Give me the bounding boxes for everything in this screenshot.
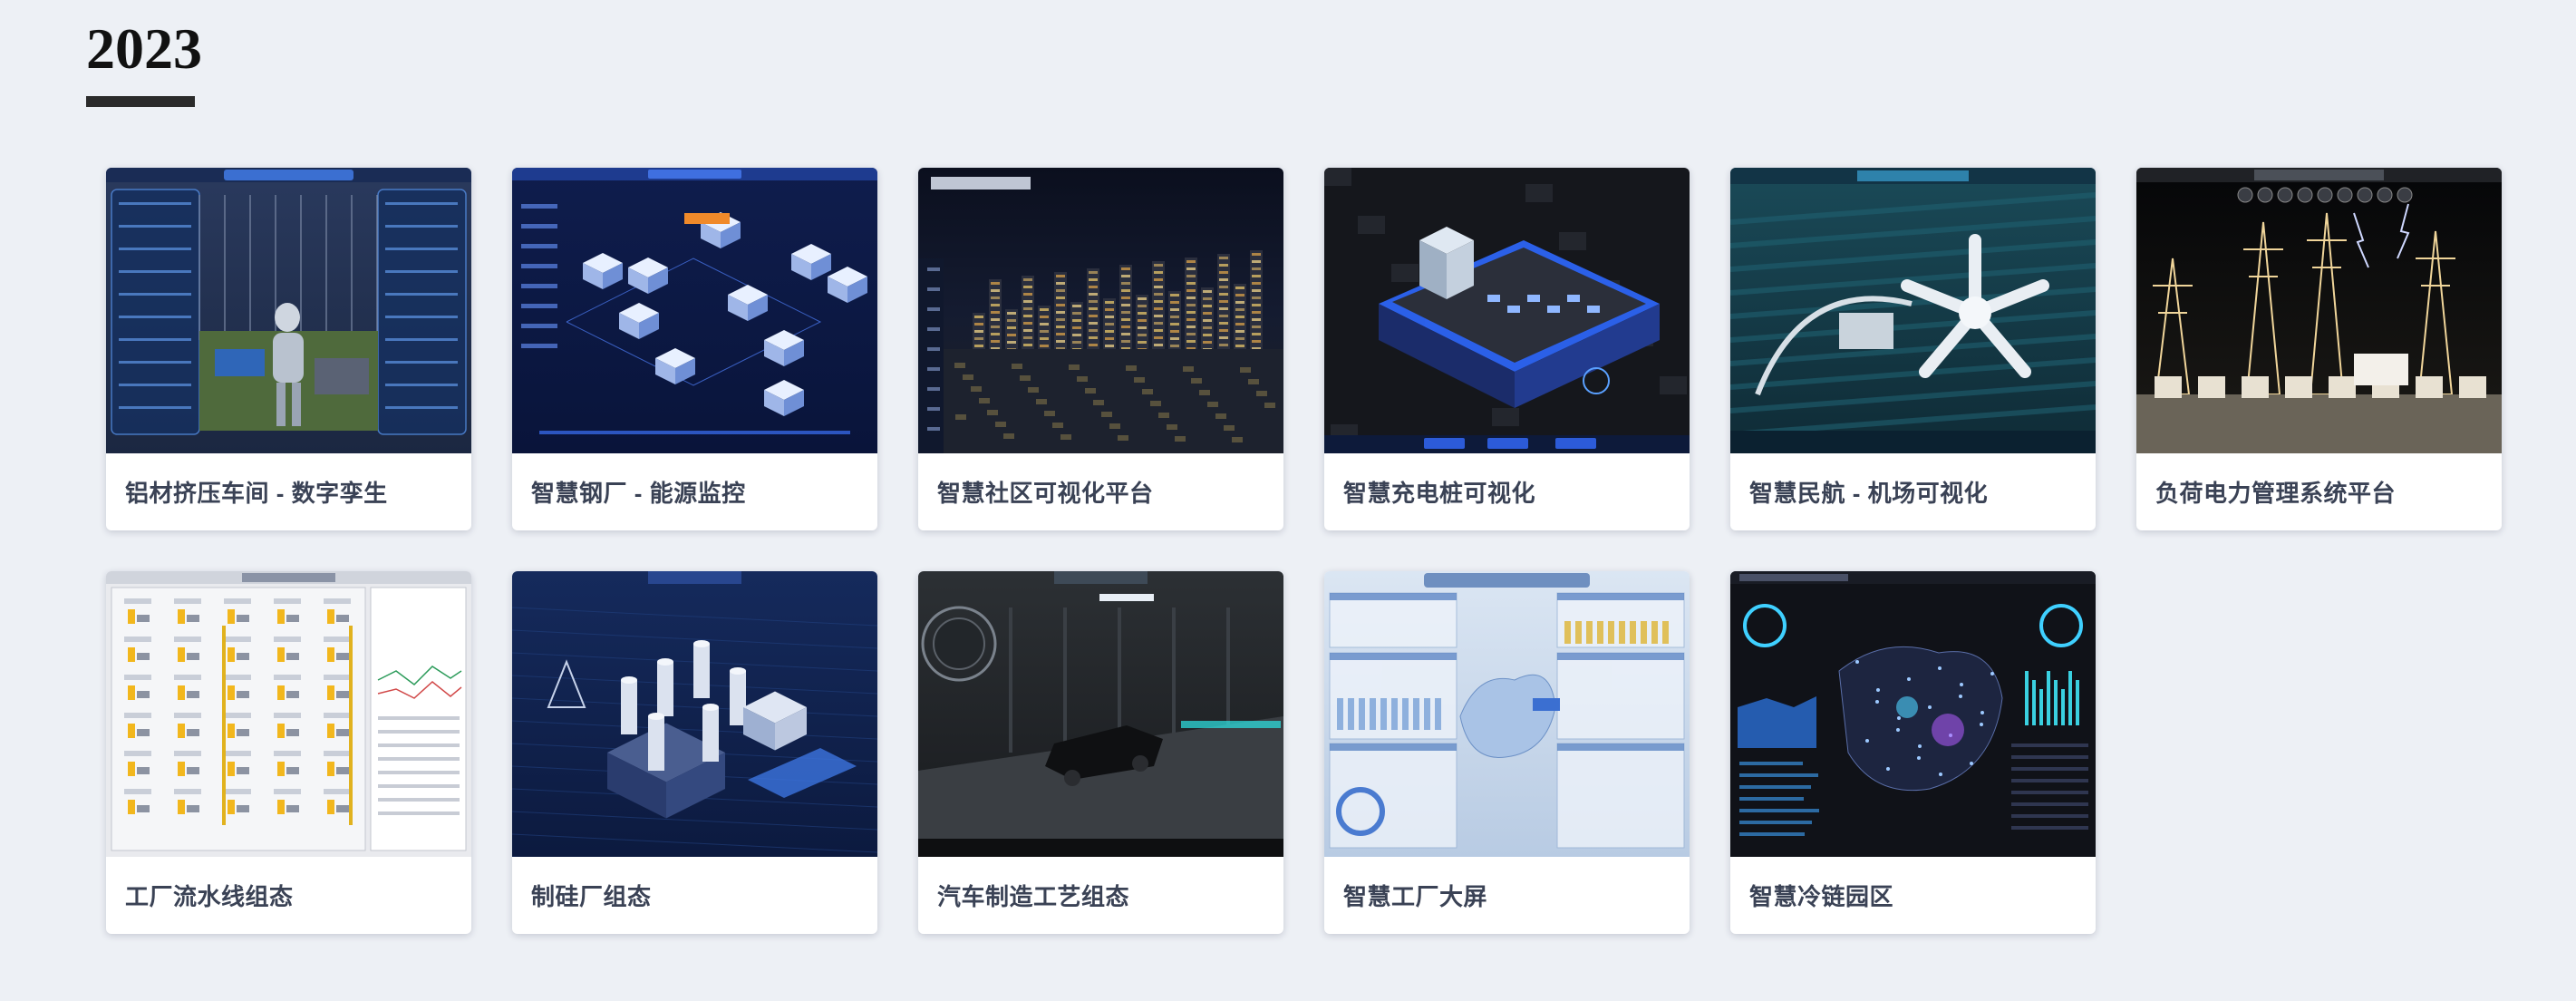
- project-card-title[interactable]: 智慧工厂大屏: [1324, 857, 1690, 934]
- aluminum-extrusion-workshop-thumbnail-image: [106, 168, 471, 453]
- year-underline: [86, 96, 195, 107]
- car-manufacturing-process-thumbnail[interactable]: [918, 571, 1283, 857]
- project-card[interactable]: 智慧充电桩可视化: [1324, 168, 1690, 530]
- project-card[interactable]: 制硅厂组态: [512, 571, 877, 934]
- project-card[interactable]: 汽车制造工艺组态: [918, 571, 1283, 934]
- project-grid: 铝材挤压车间 - 数字孪生 智慧钢厂 - 能源监控 智慧社区可视化平台 智慧充电桩可视…: [106, 168, 2502, 934]
- project-card-title[interactable]: 智慧社区可视化平台: [918, 453, 1283, 530]
- project-card-title[interactable]: 工厂流水线组态: [106, 857, 471, 934]
- cold-chain-park-thumbnail[interactable]: [1730, 571, 2096, 857]
- car-manufacturing-process-thumbnail-image: [918, 571, 1283, 857]
- charging-station-visualization-thumbnail-image: [1324, 168, 1690, 453]
- airport-visualization-thumbnail[interactable]: [1730, 168, 2096, 453]
- smart-community-platform-thumbnail-image: [918, 168, 1283, 453]
- project-card[interactable]: 智慧工厂大屏: [1324, 571, 1690, 934]
- project-card-title[interactable]: 智慧冷链园区: [1730, 857, 2096, 934]
- smart-factory-dashboard-thumbnail-image: [1324, 571, 1690, 857]
- project-card-title[interactable]: 制硅厂组态: [512, 857, 877, 934]
- charging-station-visualization-thumbnail[interactable]: [1324, 168, 1690, 453]
- project-card[interactable]: 智慧冷链园区: [1730, 571, 2096, 934]
- project-card[interactable]: 智慧社区可视化平台: [918, 168, 1283, 530]
- project-card[interactable]: 铝材挤压车间 - 数字孪生: [106, 168, 471, 530]
- project-card[interactable]: 负荷电力管理系统平台: [2136, 168, 2502, 530]
- project-card[interactable]: 工厂流水线组态: [106, 571, 471, 934]
- power-load-management-thumbnail-image: [2136, 168, 2502, 453]
- power-load-management-thumbnail[interactable]: [2136, 168, 2502, 453]
- year-heading: 2023: [86, 16, 202, 81]
- project-card-title[interactable]: 负荷电力管理系统平台: [2136, 453, 2502, 530]
- factory-assembly-line-thumbnail-image: [106, 571, 471, 857]
- project-card-title[interactable]: 智慧钢厂 - 能源监控: [512, 453, 877, 530]
- aluminum-extrusion-workshop-thumbnail[interactable]: [106, 168, 471, 453]
- project-card[interactable]: 智慧钢厂 - 能源监控: [512, 168, 877, 530]
- airport-visualization-thumbnail-image: [1730, 168, 2096, 453]
- cold-chain-park-thumbnail-image: [1730, 571, 2096, 857]
- steel-plant-energy-monitoring-thumbnail[interactable]: [512, 168, 877, 453]
- smart-factory-dashboard-thumbnail[interactable]: [1324, 571, 1690, 857]
- steel-plant-energy-monitoring-thumbnail-image: [512, 168, 877, 453]
- project-card-title[interactable]: 智慧民航 - 机场可视化: [1730, 453, 2096, 530]
- smart-community-platform-thumbnail[interactable]: [918, 168, 1283, 453]
- project-card-title[interactable]: 铝材挤压车间 - 数字孪生: [106, 453, 471, 530]
- factory-assembly-line-thumbnail[interactable]: [106, 571, 471, 857]
- project-card[interactable]: 智慧民航 - 机场可视化: [1730, 168, 2096, 530]
- project-card-title[interactable]: 智慧充电桩可视化: [1324, 453, 1690, 530]
- project-card-title[interactable]: 汽车制造工艺组态: [918, 857, 1283, 934]
- silicon-plant-thumbnail[interactable]: [512, 571, 877, 857]
- silicon-plant-thumbnail-image: [512, 571, 877, 857]
